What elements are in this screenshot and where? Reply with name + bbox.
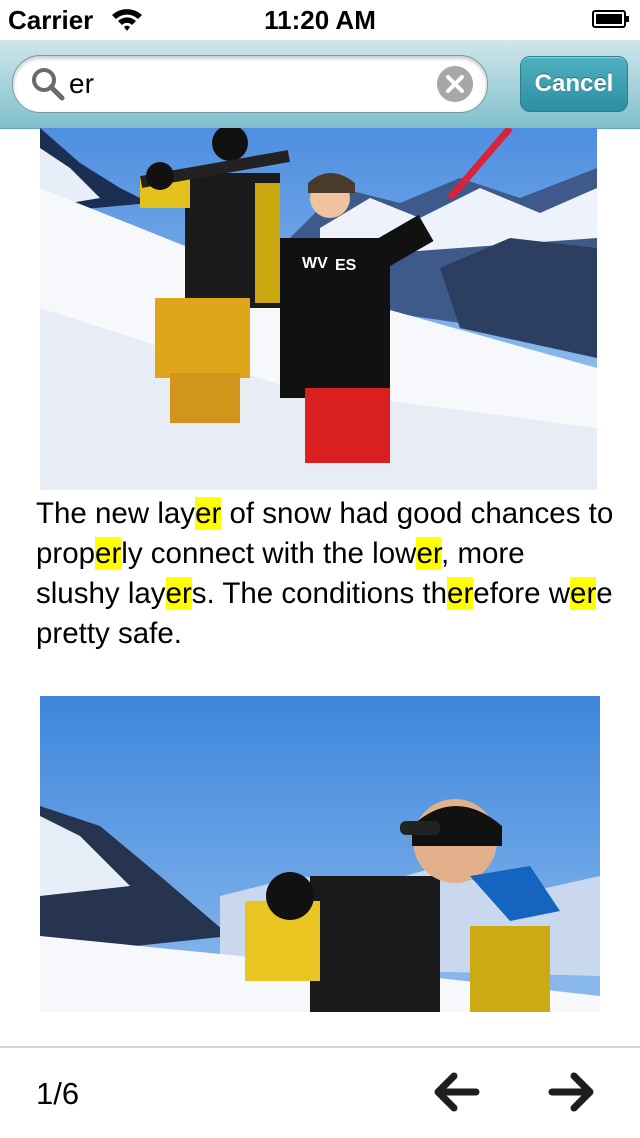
clear-icon[interactable] bbox=[437, 66, 473, 102]
shirt-text-2: ES bbox=[335, 257, 357, 274]
search-input[interactable] bbox=[69, 64, 429, 104]
clock: 11:20 AM bbox=[264, 5, 376, 35]
status-bar: Carrier 11:20 AM bbox=[0, 0, 640, 40]
article-image-2 bbox=[40, 696, 600, 1012]
page-indicator: 1/6 bbox=[36, 1076, 80, 1111]
search-match-highlight: er bbox=[95, 537, 122, 570]
search-bar: Cancel bbox=[0, 40, 640, 129]
paragraph-text: The new lay bbox=[36, 497, 196, 530]
paragraph-text: s. The conditions th bbox=[191, 577, 448, 610]
search-icon bbox=[32, 68, 65, 101]
bottom-toolbar: 1/6 bbox=[0, 1046, 640, 1138]
article-paragraph: The new layer of snow had good chances t… bbox=[36, 494, 616, 654]
search-match-highlight: er bbox=[447, 577, 474, 610]
arrow-left-icon[interactable] bbox=[432, 1070, 480, 1114]
cancel-button[interactable]: Cancel bbox=[520, 56, 628, 112]
shirt-text-1: WV bbox=[302, 255, 328, 272]
search-match-highlight: er bbox=[165, 577, 192, 610]
search-match-highlight: er bbox=[195, 497, 222, 530]
paragraph-text: ly connect with the low bbox=[121, 537, 417, 570]
arrow-right-icon[interactable] bbox=[548, 1070, 596, 1114]
search-match-highlight: er bbox=[416, 537, 442, 570]
search-field[interactable] bbox=[12, 55, 488, 113]
paragraph-text: efore w bbox=[473, 577, 571, 610]
article-image-1: WV ES bbox=[40, 128, 597, 490]
battery-icon bbox=[592, 10, 629, 28]
search-match-highlight: er bbox=[570, 577, 597, 610]
